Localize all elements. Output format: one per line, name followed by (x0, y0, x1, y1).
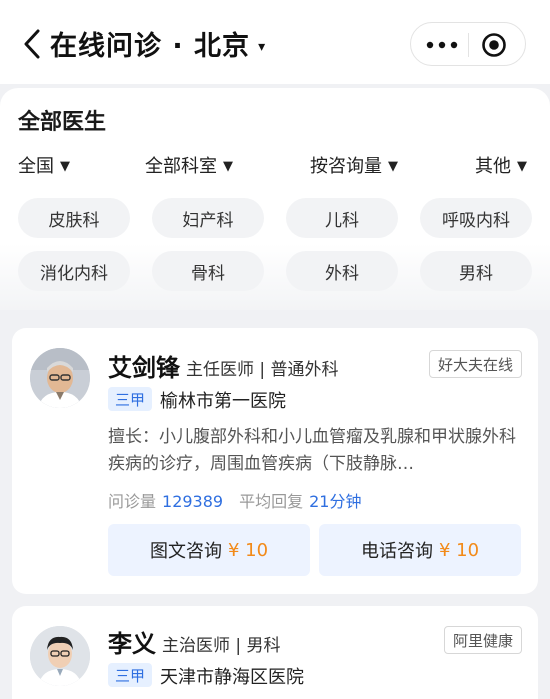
hospital-name: 榆林市第一医院 (160, 391, 286, 412)
filter-panel: 全部医生 全国 ▼ 全部科室 ▼ 按咨询量 ▼ 其他 ▼ 皮肤科 妇产科 儿科 呼吸内科… (0, 88, 550, 310)
phone-consult-label: 电话咨询 (360, 541, 433, 562)
platform-tag: 好大夫在线 (428, 350, 522, 378)
chip-obstetrics[interactable]: 妇产科 (152, 198, 264, 238)
consult-count-label: 问诊量 (108, 492, 157, 511)
text-consult-label: 图文咨询 (149, 541, 222, 562)
platform-tag: 阿里健康 (443, 626, 522, 654)
meta-separator: | (259, 360, 271, 380)
other-dropdown-label: 其他 (475, 156, 511, 177)
chip-dermatology[interactable]: 皮肤科 (18, 198, 130, 238)
page-title-text: 在线问诊 · 北京 (50, 31, 251, 62)
dropdown-arrow-icon: ▼ (223, 159, 233, 174)
doctor-department: 男科 (246, 636, 281, 656)
dropdown-arrow-icon: ▼ (388, 159, 398, 174)
capsule-divider (468, 33, 469, 57)
other-dropdown[interactable]: 其他 ▼ (475, 152, 527, 178)
hospital-grade-badge: 三甲 (108, 387, 152, 411)
location-caret-icon: ▾ (258, 39, 267, 55)
avatar (30, 626, 90, 686)
hospital-name: 天津市静海区医院 (160, 667, 304, 688)
department-dropdown[interactable]: 全部科室 ▼ (145, 152, 233, 178)
avatar (30, 348, 90, 408)
department-dropdown-label: 全部科室 (145, 156, 217, 177)
target-circle-icon[interactable] (481, 32, 507, 58)
sort-dropdown[interactable]: 按咨询量 ▼ (310, 152, 398, 178)
nav-header: 在线问诊 · 北京 ▾ (0, 0, 550, 84)
chip-respiratory[interactable]: 呼吸内科 (420, 198, 532, 238)
more-dots-icon[interactable] (425, 35, 459, 55)
dropdown-arrow-icon: ▼ (517, 159, 527, 174)
doctor-title-department: 主治医师 | 男科 (162, 631, 281, 656)
doctor-card[interactable]: 李义 主治医师 | 男科 阿里健康 三甲 天津市静海区医院 (12, 606, 538, 699)
doctor-specialty: 擅长：小儿腹部外科和小儿血管瘤及乳腺和甲状腺外科疾病的诊疗，周围血管疾病（下肢静… (108, 427, 516, 474)
doctor-title-department: 主任医师 | 普通外科 (186, 355, 339, 380)
doctor-department: 普通外科 (270, 360, 339, 380)
chip-andrology[interactable]: 男科 (420, 251, 532, 291)
chip-surgery[interactable]: 外科 (286, 251, 398, 291)
region-dropdown-label: 全国 (18, 156, 54, 177)
hospital-grade-badge: 三甲 (108, 663, 152, 687)
text-consult-price: ¥ 10 (227, 539, 269, 561)
doctor-name: 艾剑锋 (108, 354, 180, 382)
chip-gastroenterology[interactable]: 消化内科 (18, 251, 130, 291)
phone-consult-button[interactable]: 电话咨询 ¥ 10 (319, 524, 521, 576)
meta-separator: | (235, 636, 247, 656)
chip-pediatrics[interactable]: 儿科 (286, 198, 398, 238)
avg-reply-label: 平均回复 (239, 492, 304, 511)
sort-dropdown-label: 按咨询量 (310, 156, 382, 177)
doctor-title: 主治医师 (162, 636, 230, 656)
dropdown-arrow-icon: ▼ (60, 159, 70, 174)
page-title[interactable]: 在线问诊 · 北京 ▾ (50, 24, 266, 63)
doctor-title: 主任医师 (186, 360, 254, 380)
doctor-stats: 问诊量 129389 平均回复 21分钟 (108, 488, 377, 512)
chip-orthopedics[interactable]: 骨科 (152, 251, 264, 291)
phone-consult-price: ¥ 10 (438, 539, 480, 561)
doctor-name: 李义 (108, 630, 156, 658)
region-dropdown[interactable]: 全国 ▼ (18, 152, 70, 178)
doctor-card[interactable]: 艾剑锋 主任医师 | 普通外科 好大夫在线 三甲 榆林市第一医院 擅长：小儿腹部… (12, 328, 538, 594)
consult-count: 129389 (162, 492, 224, 511)
section-title: 全部医生 (18, 110, 107, 135)
mini-program-capsule (410, 22, 526, 66)
text-consult-button[interactable]: 图文咨询 ¥ 10 (108, 524, 310, 576)
avg-reply: 21分钟 (309, 492, 362, 511)
chevron-left-icon[interactable] (22, 28, 42, 60)
